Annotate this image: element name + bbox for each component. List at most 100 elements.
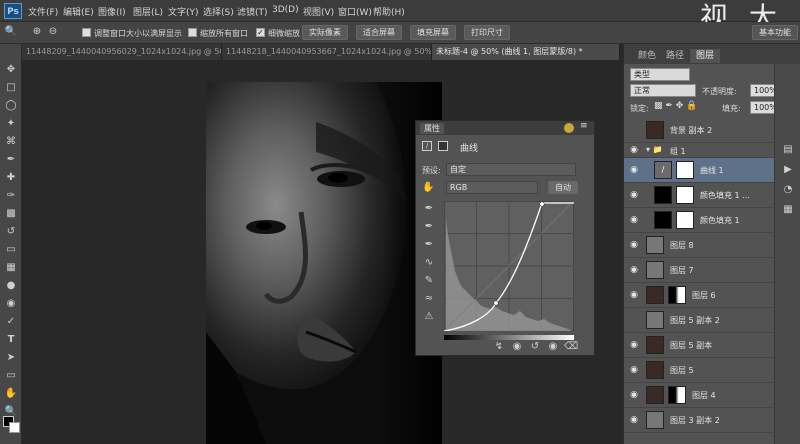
blend-mode-select[interactable]: 正常 [630, 84, 696, 97]
delete-adjustment-icon[interactable]: ⌫ [564, 341, 578, 353]
menu-image[interactable]: 图像(I) [98, 5, 126, 18]
workspace-select[interactable]: 基本功能 [752, 25, 798, 40]
shape-tool-icon[interactable]: ▭ [4, 370, 18, 382]
view-previous-icon[interactable]: ◉ [510, 341, 524, 353]
crop-tool-icon[interactable]: ⌘ [4, 136, 18, 148]
layer-row[interactable]: 图层 5 副本 2 [624, 308, 774, 333]
smooth-curve-icon[interactable]: ≈ [422, 293, 436, 305]
sample-white-eyedropper-icon[interactable]: ✒ [422, 239, 436, 251]
print-size-button[interactable]: 打印尺寸 [464, 25, 510, 40]
stamp-tool-icon[interactable]: ▩ [4, 208, 18, 220]
preset-select[interactable]: 自定 [446, 163, 576, 176]
fit-screen-button[interactable]: 适合屏幕 [356, 25, 402, 40]
zoom-all-checkbox[interactable] [188, 28, 197, 37]
zoom-tool-icon[interactable]: 🔍 [4, 26, 18, 38]
menu-view[interactable]: 视图(V) [303, 5, 334, 18]
brush-tool-icon[interactable]: ✑ [4, 190, 18, 202]
eye-icon[interactable]: ◉ [629, 190, 639, 200]
auto-button[interactable]: 自动 [548, 181, 578, 194]
move-tool-icon[interactable]: ✥ [4, 64, 18, 76]
adjustments-panel-icon[interactable]: ◔ [781, 184, 795, 196]
layer-row[interactable]: ◉ 图层 3 副本 2 [624, 408, 774, 433]
menu-layer[interactable]: 图层(L) [133, 5, 163, 18]
actions-panel-icon[interactable]: ▶ [781, 164, 795, 176]
history-brush-tool-icon[interactable]: ↺ [4, 226, 18, 238]
tab-layers[interactable]: 图层 [690, 49, 721, 63]
fill-screen-button[interactable]: 填充屏幕 [410, 25, 456, 40]
eye-icon[interactable]: ◉ [629, 145, 639, 155]
visibility-toggle-empty[interactable] [629, 315, 639, 325]
type-tool-icon[interactable]: T [4, 334, 18, 346]
menu-filter[interactable]: 滤镜(T) [237, 5, 268, 18]
layer-row[interactable]: ◉ 图层 8 [624, 233, 774, 258]
menu-type[interactable]: 文字(Y) [168, 5, 199, 18]
eye-icon[interactable]: ◉ [629, 265, 639, 275]
clip-to-layer-icon[interactable]: ↯ [492, 341, 506, 353]
visibility-icon[interactable]: ◉ [546, 341, 560, 353]
eye-icon[interactable]: ◉ [629, 340, 639, 350]
layer-row[interactable]: ◉ 颜色填充 1 [624, 208, 774, 233]
lock-icons[interactable]: ▩ ✒ ✥ 🔒 [654, 101, 697, 111]
path-select-tool-icon[interactable]: ➤ [4, 352, 18, 364]
scrubby-zoom-checkbox[interactable]: ✓ [256, 28, 265, 37]
dodge-tool-icon[interactable]: ◉ [4, 298, 18, 310]
resize-windows-checkbox[interactable] [82, 28, 91, 37]
hand-tool-icon[interactable]: ✋ [4, 388, 18, 400]
actual-pixels-button[interactable]: 实际像素 [302, 25, 348, 40]
blur-tool-icon[interactable]: ● [4, 280, 18, 292]
pen-tool-icon[interactable]: ✓ [4, 316, 18, 328]
properties-tab[interactable]: 属性 [420, 123, 444, 134]
group-row[interactable]: ◉ ▾ 📁 组 1 [624, 143, 774, 158]
eye-icon[interactable]: ◉ [629, 390, 639, 400]
curves-graph[interactable] [444, 201, 574, 331]
layer-row[interactable]: ◉ 图层 6 [624, 283, 774, 308]
channel-select[interactable]: RGB [446, 181, 538, 194]
doc-tab-active[interactable]: 未标题-4 @ 50% (曲线 1, 图层蒙版/8) * [432, 44, 620, 60]
curve-edit-icon[interactable]: ∿ [422, 257, 436, 269]
eye-icon[interactable]: ◉ [629, 215, 639, 225]
lasso-tool-icon[interactable]: ◯ [4, 100, 18, 112]
quick-select-tool-icon[interactable]: ✦ [4, 118, 18, 130]
swatches-panel-icon[interactable]: ▦ [781, 204, 795, 216]
sample-black-eyedropper-icon[interactable]: ✒ [422, 203, 436, 215]
background-color-swatch[interactable] [9, 422, 20, 433]
tab-color[interactable]: 颜色 [632, 49, 662, 63]
panel-menu-icon[interactable]: ≡ [580, 121, 588, 131]
sample-gray-eyedropper-icon[interactable]: ✒ [422, 221, 436, 233]
gradient-tool-icon[interactable]: ▦ [4, 262, 18, 274]
zoom-out-icon[interactable]: ⊖ [46, 26, 60, 38]
zoom-in-icon[interactable]: ⊕ [30, 26, 44, 38]
healing-tool-icon[interactable]: ✚ [4, 172, 18, 184]
eye-icon[interactable]: ◉ [629, 165, 639, 175]
visibility-toggle-empty[interactable] [629, 125, 639, 135]
menu-file[interactable]: 文件(F) [28, 5, 58, 18]
menu-select[interactable]: 选择(S) [203, 5, 234, 18]
hand-target-icon[interactable]: ✋ [422, 182, 434, 193]
eyedropper-tool-icon[interactable]: ✒ [4, 154, 18, 166]
layer-mask-icon[interactable] [438, 141, 448, 151]
clipping-warning-icon[interactable]: ⚠ [422, 311, 436, 323]
eye-icon[interactable]: ◉ [629, 290, 639, 300]
layer-row[interactable]: ◉ 图层 7 [624, 258, 774, 283]
layer-row[interactable]: ◉ 图层 5 [624, 358, 774, 383]
history-panel-icon[interactable]: ▤ [781, 144, 795, 156]
layer-row[interactable]: ◉ 颜色填充 1 ... [624, 183, 774, 208]
tab-paths[interactable]: 路径 [660, 49, 690, 63]
layer-row-selected[interactable]: ◉ ∕ 曲线 1 [624, 158, 774, 183]
menu-window[interactable]: 窗口(W) [338, 5, 372, 18]
marquee-tool-icon[interactable]: □ [4, 82, 18, 94]
eye-icon[interactable]: ◉ [629, 415, 639, 425]
layer-row[interactable]: ◉ 图层 5 副本 [624, 333, 774, 358]
layer-row[interactable]: 背景 副本 2 [624, 118, 774, 143]
eye-icon[interactable]: ◉ [629, 365, 639, 375]
group-expand-icon[interactable]: ▾ 📁 [646, 145, 663, 154]
reset-icon[interactable]: ↺ [528, 341, 542, 353]
layer-filter-select[interactable]: 类型 [630, 68, 690, 81]
menu-help[interactable]: 帮助(H) [373, 5, 405, 18]
doc-tab-2[interactable]: 11448218_1440040953667_1024x1024.jpg @ 5… [222, 44, 432, 60]
menu-3d[interactable]: 3D(D) [272, 5, 299, 15]
eye-icon[interactable]: ◉ [629, 240, 639, 250]
eraser-tool-icon[interactable]: ▭ [4, 244, 18, 256]
menu-edit[interactable]: 编辑(E) [63, 5, 94, 18]
pencil-draw-icon[interactable]: ✎ [422, 275, 436, 287]
